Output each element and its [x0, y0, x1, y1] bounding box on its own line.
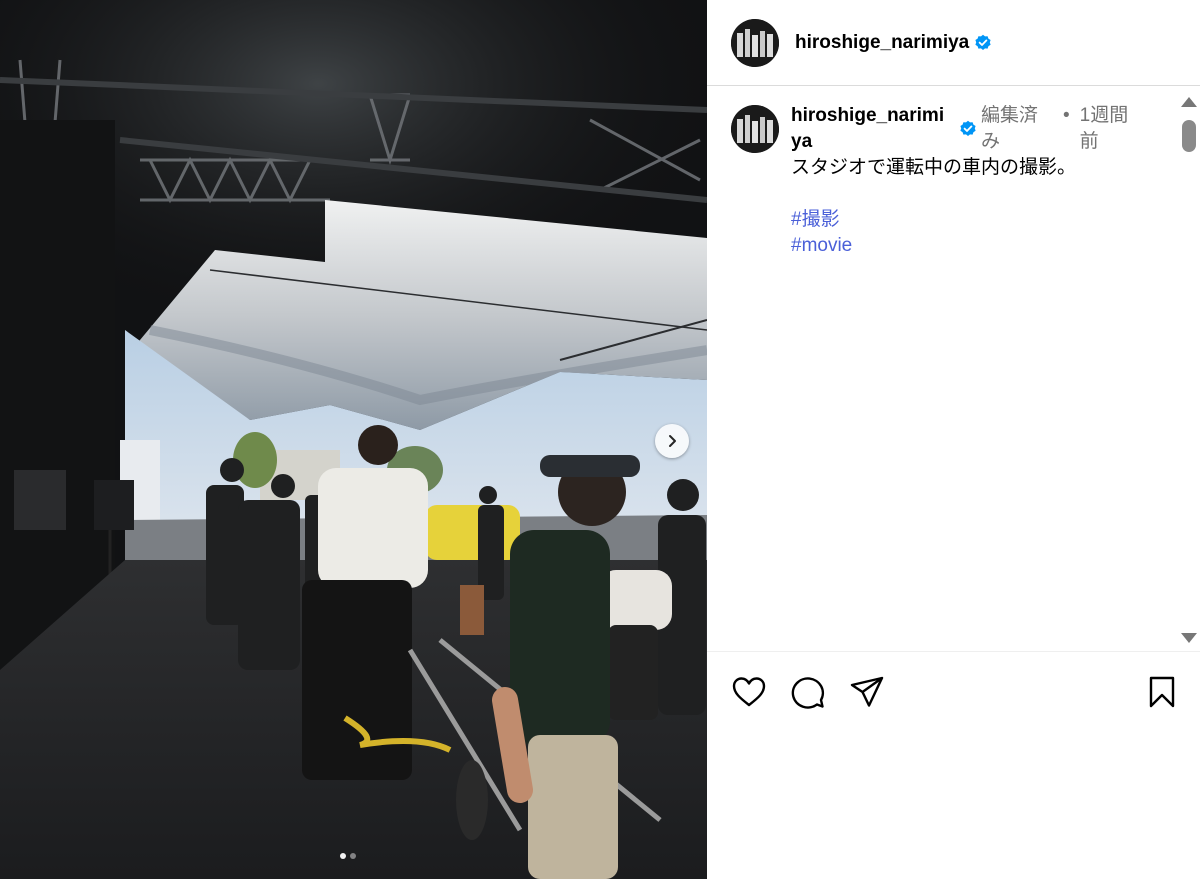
verified-badge-icon — [960, 120, 976, 136]
hashtag-list: #撮影 #movie — [791, 207, 1163, 259]
caption-header: hiroshige_narimiya 編集済み • 1週間前 — [791, 103, 1163, 155]
avatar-image — [731, 105, 779, 153]
share-icon — [850, 676, 884, 707]
comments-scrollbar[interactable] — [1177, 92, 1199, 648]
caption-text: スタジオで運転中の車内の撮影。 — [791, 157, 1077, 178]
hashtag-link[interactable]: #movie — [791, 233, 1163, 259]
comments-area[interactable]: hiroshige_narimiya 編集済み • 1週間前 スタジオで運転中の… — [707, 87, 1177, 649]
chevron-right-icon — [669, 435, 676, 447]
save-button[interactable] — [1144, 674, 1180, 710]
hashtag-link[interactable]: #撮影 — [791, 207, 1163, 233]
meta-separator: • — [1063, 105, 1070, 126]
carousel-indicator — [340, 853, 356, 859]
caption-author-avatar[interactable] — [731, 105, 779, 153]
comment-button[interactable] — [790, 674, 826, 710]
caption-username[interactable]: hiroshige_narimiya — [791, 103, 953, 155]
carousel-next-button[interactable] — [655, 424, 689, 458]
carousel-dot — [350, 853, 356, 859]
author-avatar[interactable] — [731, 18, 779, 67]
edited-label: 編集済み — [981, 105, 1039, 152]
caption-row: hiroshige_narimiya 編集済み • 1週間前 スタジオで運転中の… — [707, 87, 1177, 259]
comment-icon — [791, 677, 825, 709]
scroll-thumb[interactable] — [1182, 120, 1196, 152]
caption-body: hiroshige_narimiya 編集済み • 1週間前 スタジオで運転中の… — [791, 103, 1163, 259]
action-bar — [707, 651, 1200, 727]
carousel-dot-active — [340, 853, 346, 859]
post-timestamp[interactable]: 1週間前 — [1080, 103, 1140, 155]
author-username[interactable]: hiroshige_narimiya — [795, 32, 969, 54]
bookmark-icon — [1149, 676, 1175, 708]
avatar-image — [731, 18, 779, 67]
heart-icon — [732, 677, 766, 707]
like-button[interactable] — [731, 674, 767, 710]
post-media[interactable] — [0, 0, 707, 879]
post-side-panel: hiroshige_narimiya hiroshige_narimiya 編集… — [707, 0, 1200, 879]
scroll-down-arrow-icon[interactable] — [1181, 633, 1197, 643]
verified-badge-icon — [975, 34, 991, 50]
post-photo — [0, 0, 707, 879]
share-button[interactable] — [849, 674, 885, 710]
scroll-up-arrow-icon[interactable] — [1181, 97, 1197, 107]
post-header: hiroshige_narimiya — [707, 0, 1200, 86]
